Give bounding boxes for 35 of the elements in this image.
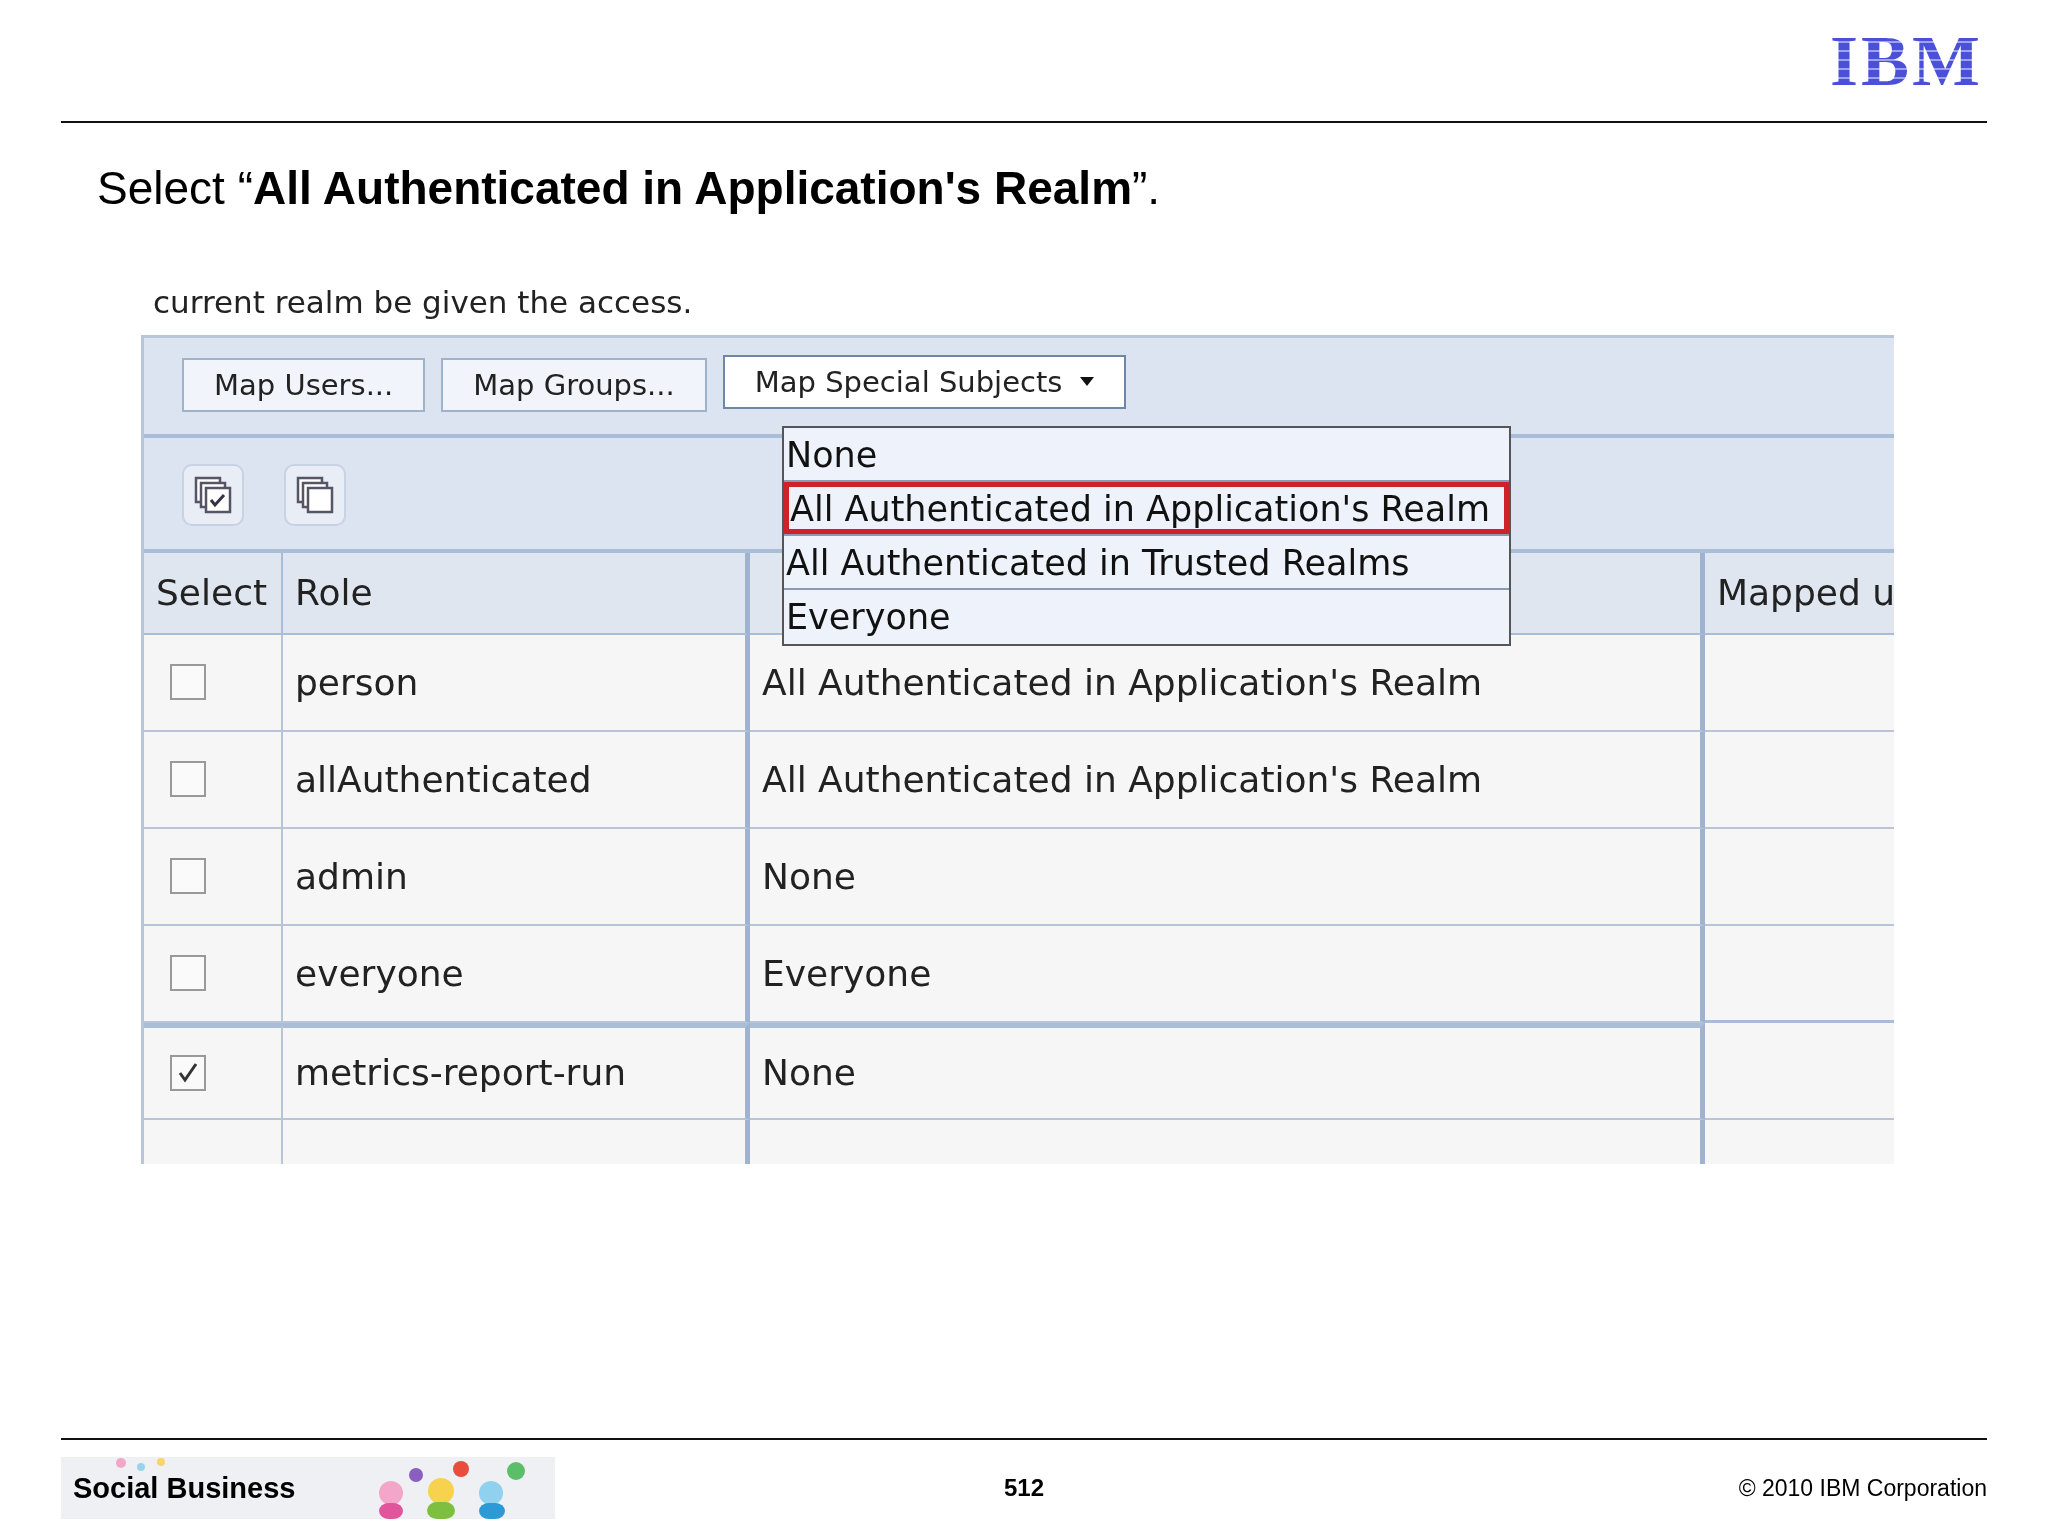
table-cell: metrics-report-run <box>295 1052 627 1094</box>
table-cell: allAuthenticated <box>295 758 592 800</box>
menu-item[interactable]: Everyone <box>784 589 1509 644</box>
page-number: 512 <box>1004 1474 1044 1502</box>
menu-item[interactable]: All Authenticated in Application's Realm <box>784 481 1509 536</box>
checkbox[interactable] <box>170 955 206 992</box>
caret-icon <box>1080 376 1095 387</box>
table-cell: Everyone <box>762 952 932 994</box>
checkbox[interactable] <box>170 761 206 798</box>
description-text: current realm be given the access. <box>152 282 694 322</box>
table-cell: None <box>762 855 856 897</box>
table-cell: All Authenticated in Application's Realm <box>762 758 1483 800</box>
slide-title: Select “All Authenticated in Application's Realm”. <box>97 163 1162 214</box>
stacked-pages-icon <box>296 475 334 514</box>
menu-item[interactable]: All Authenticated in Trusted Realms <box>784 535 1509 590</box>
map-button[interactable]: Map Groups... <box>441 357 707 412</box>
table-cell: person <box>295 661 419 703</box>
table-cell: admin <box>295 855 408 897</box>
table-cell: everyone <box>295 952 464 994</box>
map-button[interactable]: Map Users... <box>182 357 426 412</box>
menu-button[interactable]: Map Special Subjects <box>722 354 1127 409</box>
checkbox[interactable] <box>170 1054 206 1091</box>
column-header: Role <box>283 552 750 635</box>
brand-text: Social Business <box>73 1471 296 1505</box>
select-all-button[interactable] <box>182 463 244 526</box>
checkbox[interactable] <box>170 858 206 895</box>
stacked-pages-check-icon <box>194 475 232 514</box>
table-cell: All Authenticated in Application's Realm <box>762 661 1483 703</box>
menu-item[interactable]: None <box>784 427 1509 482</box>
copyright-text: © 2010 IBM Corporation <box>1738 1474 1987 1502</box>
column-header: Mapped u <box>1705 552 1894 635</box>
deselect-all-button[interactable] <box>284 463 346 526</box>
table-cell: None <box>762 1052 856 1094</box>
checkbox[interactable] <box>170 664 206 701</box>
column-header: Select <box>144 552 283 635</box>
